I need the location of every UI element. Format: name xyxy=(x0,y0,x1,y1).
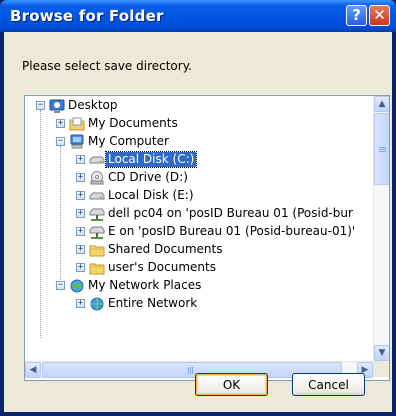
grip-line xyxy=(192,367,193,374)
grip-line xyxy=(379,151,386,152)
chevron-up-icon: ▲ xyxy=(378,99,386,109)
grip-line xyxy=(379,149,386,150)
title-bar[interactable]: Browse for Folder ? ✕ xyxy=(0,0,396,32)
scroll-left-button[interactable]: ◀ xyxy=(25,362,41,378)
tree-item-network-drive-dell[interactable]: + dell pc04 on 'posID Bureau 01 (Posid-b… xyxy=(25,205,373,223)
tree-item-label: E on 'posID Bureau 01 (Posid-bureau-01)' xyxy=(108,224,356,238)
tree-item-label: CD Drive (D:) xyxy=(108,170,188,184)
tree-item-label: dell pc04 on 'posID Bureau 01 (Posid-bur xyxy=(108,206,353,220)
vertical-scroll-thumb[interactable] xyxy=(374,113,389,185)
collapse-icon[interactable]: − xyxy=(56,281,65,290)
network-drive-icon xyxy=(89,226,105,239)
folder-icon xyxy=(89,245,105,257)
tree-item-label: user's Documents xyxy=(108,260,216,274)
tree-item-local-disk-e[interactable]: + Local Disk (E:) xyxy=(25,187,373,205)
scrollbar-corner xyxy=(373,361,389,377)
folder-icon xyxy=(89,263,105,275)
folder-tree-view[interactable]: − Desktop + My Documents − My Computer +… xyxy=(25,96,373,361)
tree-item-label: Desktop xyxy=(68,98,118,112)
dialog-body: Please select save directory. − Desktop xyxy=(4,32,392,412)
close-icon: ✕ xyxy=(373,6,386,24)
tree-item-label: Local Disk (E:) xyxy=(108,188,194,202)
tree-item-users-documents[interactable]: + user's Documents xyxy=(25,259,373,277)
tree-item-my-network-places[interactable]: − My Network Places xyxy=(25,277,373,295)
browse-for-folder-dialog: Browse for Folder ? ✕ Please select save… xyxy=(0,0,396,416)
cancel-button[interactable]: Cancel xyxy=(292,373,365,396)
my-documents-icon xyxy=(69,117,85,131)
expand-icon[interactable]: + xyxy=(76,245,85,254)
network-places-icon xyxy=(70,279,84,293)
scroll-up-button[interactable]: ▲ xyxy=(374,96,389,112)
folder-tree: − Desktop + My Documents − My Computer +… xyxy=(24,95,390,381)
tree-item-label: My Documents xyxy=(88,116,178,130)
chevron-down-icon: ▼ xyxy=(378,348,386,358)
expand-icon[interactable]: + xyxy=(76,209,85,218)
desktop-icon xyxy=(49,99,65,113)
tree-item-shared-documents[interactable]: + Shared Documents xyxy=(25,241,373,259)
grip-line xyxy=(379,147,386,148)
tree-item-network-drive-e[interactable]: + E on 'posID Bureau 01 (Posid-bureau-01… xyxy=(25,223,373,241)
tree-item-label: Shared Documents xyxy=(108,242,223,256)
tree-item-label: Local Disk (C:) xyxy=(104,151,198,168)
expand-icon[interactable]: + xyxy=(76,191,85,200)
tree-item-label: My Network Places xyxy=(88,278,202,292)
expand-icon[interactable]: + xyxy=(76,263,85,272)
expand-icon[interactable]: + xyxy=(76,299,85,308)
tree-item-cd-drive-d[interactable]: + CD Drive (D:) xyxy=(25,169,373,187)
hard-drive-icon xyxy=(89,156,105,164)
cd-drive-icon xyxy=(90,171,104,185)
close-button[interactable]: ✕ xyxy=(369,5,390,26)
tree-item-desktop[interactable]: − Desktop xyxy=(25,97,373,115)
scroll-down-button[interactable]: ▼ xyxy=(374,345,389,361)
window-title: Browse for Folder xyxy=(10,7,164,25)
vertical-scrollbar[interactable]: ▲ ▼ xyxy=(373,96,389,361)
grip-line xyxy=(190,367,191,374)
entire-network-icon xyxy=(90,297,104,311)
ok-button[interactable]: OK xyxy=(195,373,268,396)
tree-item-label: Entire Network xyxy=(108,296,198,310)
tree-item-entire-network[interactable]: + Entire Network xyxy=(25,295,373,313)
tree-item-local-disk-c[interactable]: + Local Disk (C:) xyxy=(25,151,373,169)
instruction-text: Please select save directory. xyxy=(22,59,192,73)
tree-item-label: My Computer xyxy=(88,134,169,148)
collapse-icon[interactable]: − xyxy=(56,137,65,146)
chevron-left-icon: ◀ xyxy=(29,365,37,375)
hard-drive-icon xyxy=(89,192,105,200)
my-computer-icon xyxy=(70,134,84,149)
expand-icon[interactable]: + xyxy=(76,227,85,236)
help-icon: ? xyxy=(352,6,361,24)
tree-item-my-computer[interactable]: − My Computer xyxy=(25,133,373,151)
network-drive-icon xyxy=(89,208,105,221)
tree-item-my-documents[interactable]: + My Documents xyxy=(25,115,373,133)
expand-icon[interactable]: + xyxy=(76,173,85,182)
collapse-icon[interactable]: − xyxy=(36,101,45,110)
grip-line xyxy=(188,367,189,374)
expand-icon[interactable]: + xyxy=(56,119,65,128)
help-button[interactable]: ? xyxy=(346,5,367,26)
expand-icon[interactable]: + xyxy=(76,155,85,164)
